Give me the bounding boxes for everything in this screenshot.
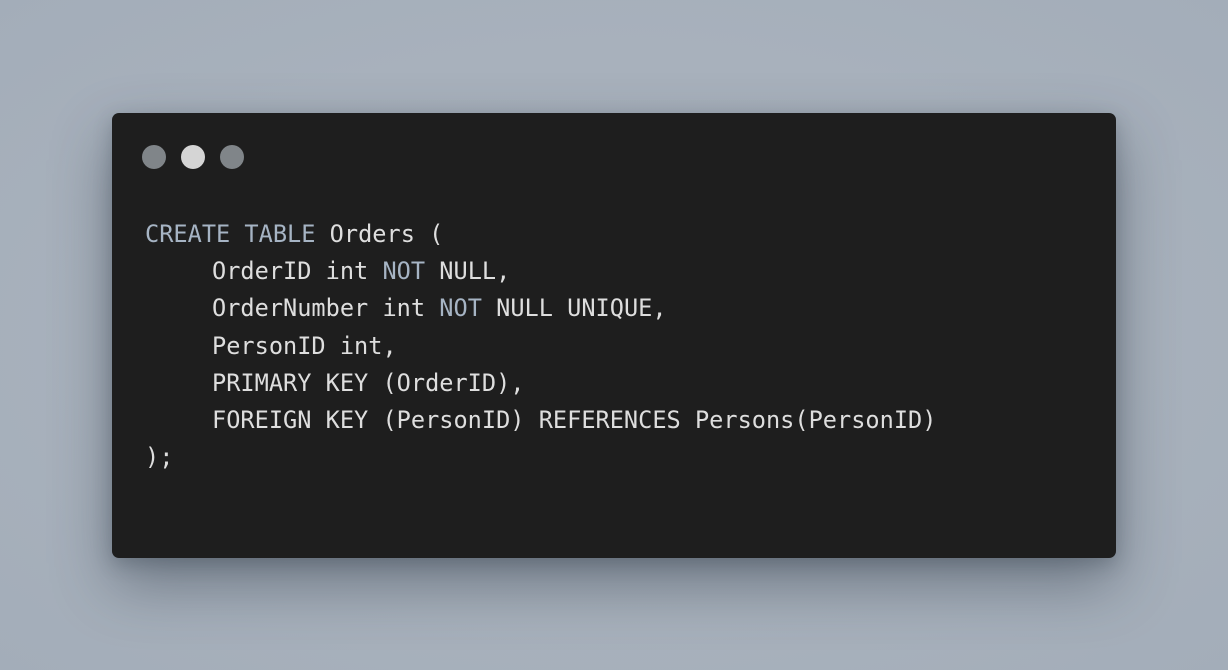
keyword: NOT: [439, 294, 482, 323]
code-line-3: OrderNumber int NOT NULL UNIQUE,: [145, 290, 936, 327]
code-text: FOREIGN KEY (PersonID) REFERENCES Person…: [212, 405, 937, 434]
code-text: Orders (: [315, 220, 444, 248]
minimize-dot-icon[interactable]: [181, 145, 205, 169]
code-text: OrderID int: [212, 257, 383, 286]
code-text: PRIMARY KEY (OrderID),: [212, 368, 525, 397]
code-line-7: );: [145, 439, 936, 476]
code-text: );: [145, 443, 174, 472]
code-line-1: CREATE TABLE Orders (: [145, 216, 936, 253]
code-text: NULL,: [425, 257, 511, 286]
close-dot-icon[interactable]: [142, 145, 166, 169]
code-text: PersonID int,: [212, 331, 397, 360]
code-line-4: PersonID int,: [145, 328, 936, 365]
code-text: OrderNumber int: [212, 294, 440, 323]
keyword: CREATE TABLE: [145, 220, 316, 248]
code-line-2: OrderID int NOT NULL,: [145, 253, 936, 290]
keyword: NOT: [382, 257, 426, 286]
code-line-6: FOREIGN KEY (PersonID) REFERENCES Person…: [145, 402, 936, 439]
code-line-5: PRIMARY KEY (OrderID),: [145, 365, 936, 402]
window-controls: [142, 145, 244, 169]
code-text: NULL UNIQUE,: [481, 294, 667, 323]
page-background: { "window": { "controls": [ {"name": "cl…: [0, 0, 1228, 670]
code-block: CREATE TABLE Orders (OrderID int NOT NUL…: [145, 216, 936, 476]
maximize-dot-icon[interactable]: [220, 145, 244, 169]
code-window: CREATE TABLE Orders (OrderID int NOT NUL…: [112, 113, 1116, 558]
